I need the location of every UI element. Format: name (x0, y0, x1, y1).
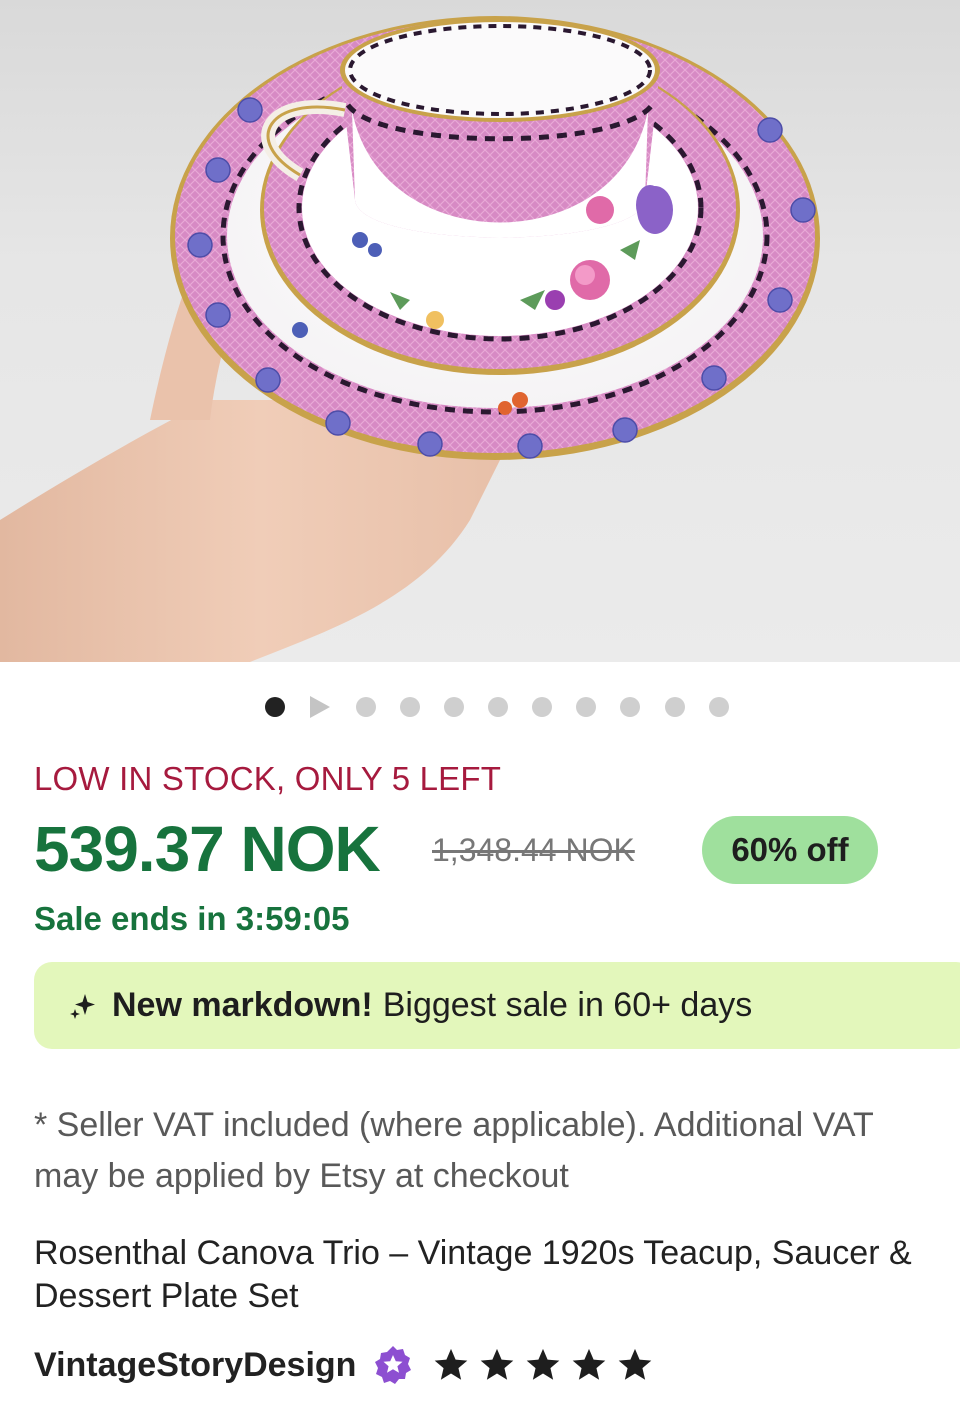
listing-title: Rosenthal Canova Trio – Vintage 1920s Te… (34, 1234, 912, 1315)
shop-rating-stars[interactable] (432, 1346, 662, 1384)
carousel-dot[interactable] (356, 697, 376, 717)
low-stock-notice: LOW IN STOCK, ONLY 5 LEFT (34, 760, 502, 797)
vat-note: * Seller VAT included (where applicable)… (34, 1106, 874, 1195)
shop-name-link[interactable]: VintageStoryDesign (34, 1346, 356, 1385)
star-icon (481, 1348, 514, 1380)
discount-badge: 60% off (702, 816, 878, 884)
carousel-dot[interactable] (488, 697, 508, 717)
product-photo-illustration (0, 16, 820, 662)
current-price: 539.37 NOK (34, 813, 381, 885)
sale-countdown: Sale ends in 3:59:05 (34, 900, 350, 937)
original-price: 1,348.44 NOK (432, 832, 635, 868)
image-carousel-indicators[interactable] (0, 694, 960, 720)
markdown-banner: New markdown! Biggest sale in 60+ days (34, 962, 960, 1049)
shop-info[interactable]: VintageStoryDesign (34, 1340, 934, 1390)
star-icon (619, 1348, 652, 1380)
sparkle-icon (70, 993, 95, 1019)
carousel-dot[interactable] (400, 697, 420, 717)
carousel-dot[interactable] (444, 697, 464, 717)
product-image[interactable] (0, 0, 960, 662)
star-icon (527, 1348, 560, 1380)
price-row: 539.37 NOK 1,348.44 NOK 60% off (34, 812, 934, 886)
markdown-text: Biggest sale in 60+ days (382, 986, 753, 1024)
star-seller-badge-icon[interactable] (372, 1344, 414, 1386)
carousel-dot[interactable] (709, 697, 729, 717)
star-icon (573, 1348, 606, 1380)
carousel-dot[interactable] (620, 697, 640, 717)
markdown-title: New markdown! (112, 986, 373, 1024)
star-icon (435, 1348, 468, 1380)
carousel-dot[interactable] (665, 697, 685, 717)
carousel-dot[interactable] (532, 697, 552, 717)
video-play-icon[interactable] (310, 696, 330, 718)
carousel-dot-active[interactable] (265, 697, 285, 717)
carousel-dot[interactable] (576, 697, 596, 717)
